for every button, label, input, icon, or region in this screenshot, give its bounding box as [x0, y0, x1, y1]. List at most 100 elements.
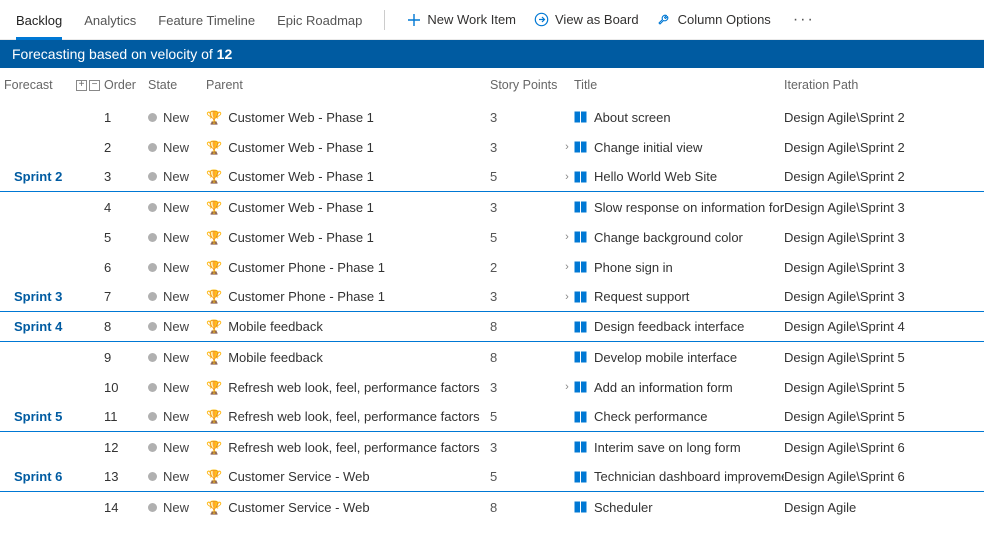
view-as-board-button[interactable]: View as Board [534, 12, 639, 27]
state-dot-icon [148, 322, 157, 331]
parent-cell[interactable]: 🏆Customer Service - Web [206, 469, 490, 484]
parent-cell[interactable]: 🏆Customer Web - Phase 1 [206, 230, 490, 245]
title-cell[interactable]: Request support [574, 289, 784, 304]
expander[interactable]: › [560, 381, 574, 393]
table-row[interactable]: 2New🏆Customer Web - Phase 13›Change init… [0, 132, 984, 162]
col-order[interactable]: Order [104, 78, 148, 92]
iteration-cell: Design Agile\Sprint 3 [784, 230, 972, 245]
expander[interactable]: › [560, 171, 574, 183]
table-row[interactable]: 4New🏆Customer Web - Phase 13Slow respons… [0, 192, 984, 222]
expander[interactable]: › [560, 231, 574, 243]
parent-cell[interactable]: 🏆Mobile feedback [206, 319, 490, 334]
trophy-icon: 🏆 [206, 201, 222, 214]
title-cell[interactable]: Slow response on information form [574, 200, 784, 215]
title-cell[interactable]: Hello World Web Site [574, 169, 784, 184]
story-points-cell: 5 [490, 230, 560, 245]
table-row[interactable]: 1New🏆Customer Web - Phase 13About screen… [0, 102, 984, 132]
work-item-icon [574, 291, 588, 303]
forecast-label: Sprint 4 [4, 319, 76, 334]
order-cell: 1 [104, 110, 148, 125]
title-cell[interactable]: Check performance [574, 409, 784, 424]
table-row[interactable]: 9New🏆Mobile feedback8Develop mobile inte… [0, 342, 984, 372]
more-button[interactable]: ··· [789, 11, 819, 29]
state-dot-icon [148, 443, 157, 452]
parent-cell[interactable]: 🏆Mobile feedback [206, 350, 490, 365]
title-cell[interactable]: Add an information form [574, 380, 784, 395]
expand-all-button[interactable]: + [76, 80, 87, 91]
tab-epic-roadmap[interactable]: Epic Roadmap [277, 0, 362, 40]
work-item-icon [574, 171, 588, 183]
col-story-points[interactable]: Story Points [490, 78, 560, 92]
title-text: Check performance [594, 409, 707, 424]
expander[interactable]: › [560, 291, 574, 303]
col-parent[interactable]: Parent [206, 78, 490, 92]
story-points-cell: 3 [490, 289, 560, 304]
expand-collapse-all: + − [76, 80, 104, 91]
table-row[interactable]: Sprint 37New🏆Customer Phone - Phase 13›R… [0, 282, 984, 312]
parent-text: Customer Web - Phase 1 [228, 169, 374, 184]
table-row[interactable]: 6New🏆Customer Phone - Phase 12›Phone sig… [0, 252, 984, 282]
parent-text: Customer Phone - Phase 1 [228, 260, 385, 275]
parent-cell[interactable]: 🏆Refresh web look, feel, performance fac… [206, 409, 490, 424]
state-cell: New [148, 409, 206, 424]
story-points-cell: 8 [490, 500, 560, 515]
state-text: New [163, 469, 189, 484]
table-row[interactable]: 12New🏆Refresh web look, feel, performanc… [0, 432, 984, 462]
table-row[interactable]: Sprint 511New🏆Refresh web look, feel, pe… [0, 402, 984, 432]
parent-cell[interactable]: 🏆Customer Web - Phase 1 [206, 140, 490, 155]
table-row[interactable]: 5New🏆Customer Web - Phase 15›Change back… [0, 222, 984, 252]
col-iteration[interactable]: Iteration Path [784, 78, 972, 92]
tab-backlog[interactable]: Backlog [16, 0, 62, 40]
order-cell: 13 [104, 469, 148, 484]
order-cell: 6 [104, 260, 148, 275]
state-dot-icon [148, 203, 157, 212]
view-as-board-label: View as Board [555, 12, 639, 27]
col-title[interactable]: Title [574, 78, 784, 92]
title-cell[interactable]: Scheduler [574, 500, 784, 515]
work-item-icon [574, 201, 588, 213]
parent-cell[interactable]: 🏆Customer Web - Phase 1 [206, 169, 490, 184]
col-state[interactable]: State [148, 78, 206, 92]
column-options-button[interactable]: Column Options [657, 12, 771, 27]
col-forecast[interactable]: Forecast [4, 78, 76, 92]
title-cell[interactable]: Technician dashboard improvements [574, 469, 784, 484]
parent-cell[interactable]: 🏆Customer Web - Phase 1 [206, 200, 490, 215]
table-row[interactable]: Sprint 613New🏆Customer Service - Web5Tec… [0, 462, 984, 492]
story-points-cell: 3 [490, 440, 560, 455]
title-cell[interactable]: Change initial view [574, 140, 784, 155]
title-text: About screen [594, 110, 671, 125]
new-work-item-button[interactable]: New Work Item [407, 12, 516, 27]
table-row[interactable]: Sprint 48New🏆Mobile feedback8Design feed… [0, 312, 984, 342]
story-points-cell: 5 [490, 169, 560, 184]
title-cell[interactable]: Change background color [574, 230, 784, 245]
table-row[interactable]: Sprint 23New🏆Customer Web - Phase 15›Hel… [0, 162, 984, 192]
parent-cell[interactable]: 🏆Customer Phone - Phase 1 [206, 260, 490, 275]
expander[interactable]: › [560, 141, 574, 153]
table-row[interactable]: 10New🏆Refresh web look, feel, performanc… [0, 372, 984, 402]
iteration-cell: Design Agile\Sprint 2 [784, 110, 972, 125]
title-cell[interactable]: Design feedback interface [574, 319, 784, 334]
title-cell[interactable]: Phone sign in [574, 260, 784, 275]
trophy-icon: 🏆 [206, 470, 222, 483]
parent-cell[interactable]: 🏆Customer Service - Web [206, 500, 490, 515]
state-cell: New [148, 380, 206, 395]
parent-cell[interactable]: 🏆Refresh web look, feel, performance fac… [206, 440, 490, 455]
state-cell: New [148, 200, 206, 215]
expander[interactable]: › [560, 261, 574, 273]
state-dot-icon [148, 353, 157, 362]
table-row[interactable]: 14New🏆Customer Service - Web8SchedulerDe… [0, 492, 984, 522]
tab-analytics[interactable]: Analytics [84, 0, 136, 40]
banner-velocity: 12 [217, 46, 233, 62]
trophy-icon: 🏆 [206, 141, 222, 154]
parent-cell[interactable]: 🏆Customer Web - Phase 1 [206, 110, 490, 125]
parent-cell[interactable]: 🏆Refresh web look, feel, performance fac… [206, 380, 490, 395]
tab-feature-timeline[interactable]: Feature Timeline [158, 0, 255, 40]
parent-cell[interactable]: 🏆Customer Phone - Phase 1 [206, 289, 490, 304]
state-cell: New [148, 230, 206, 245]
collapse-all-button[interactable]: − [89, 80, 100, 91]
title-cell[interactable]: About screen [574, 110, 784, 125]
title-cell[interactable]: Interim save on long form [574, 440, 784, 455]
title-cell[interactable]: Develop mobile interface [574, 350, 784, 365]
state-text: New [163, 230, 189, 245]
iteration-cell: Design Agile\Sprint 6 [784, 440, 972, 455]
